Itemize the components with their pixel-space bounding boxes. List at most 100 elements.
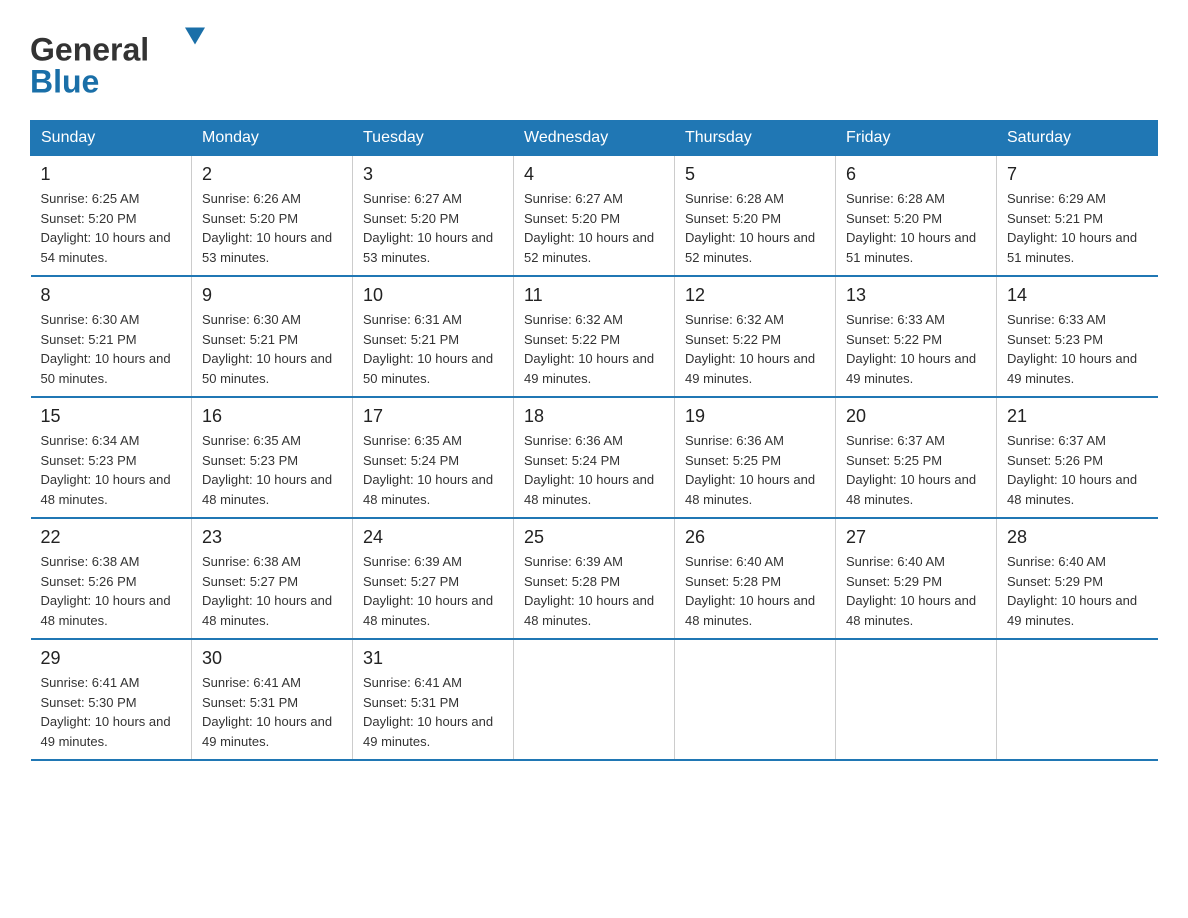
week-row-3: 15 Sunrise: 6:34 AMSunset: 5:23 PMDaylig… <box>31 397 1158 518</box>
day-number: 15 <box>41 406 182 427</box>
day-number: 24 <box>363 527 503 548</box>
day-cell: 27 Sunrise: 6:40 AMSunset: 5:29 PMDaylig… <box>836 518 997 639</box>
day-info: Sunrise: 6:37 AMSunset: 5:25 PMDaylight:… <box>846 431 986 509</box>
day-cell: 18 Sunrise: 6:36 AMSunset: 5:24 PMDaylig… <box>514 397 675 518</box>
week-row-5: 29 Sunrise: 6:41 AMSunset: 5:30 PMDaylig… <box>31 639 1158 760</box>
day-cell: 26 Sunrise: 6:40 AMSunset: 5:28 PMDaylig… <box>675 518 836 639</box>
day-info: Sunrise: 6:36 AMSunset: 5:24 PMDaylight:… <box>524 431 664 509</box>
day-number: 22 <box>41 527 182 548</box>
day-number: 8 <box>41 285 182 306</box>
logo-svg: General Blue <box>30 20 210 100</box>
day-info: Sunrise: 6:34 AMSunset: 5:23 PMDaylight:… <box>41 431 182 509</box>
day-number: 9 <box>202 285 342 306</box>
header-saturday: Saturday <box>997 121 1158 156</box>
svg-text:General: General <box>30 32 149 68</box>
day-number: 16 <box>202 406 342 427</box>
day-info: Sunrise: 6:38 AMSunset: 5:27 PMDaylight:… <box>202 552 342 630</box>
day-number: 12 <box>685 285 825 306</box>
week-row-4: 22 Sunrise: 6:38 AMSunset: 5:26 PMDaylig… <box>31 518 1158 639</box>
day-number: 18 <box>524 406 664 427</box>
day-cell: 1 Sunrise: 6:25 AMSunset: 5:20 PMDayligh… <box>31 156 192 277</box>
day-info: Sunrise: 6:40 AMSunset: 5:28 PMDaylight:… <box>685 552 825 630</box>
day-cell: 4 Sunrise: 6:27 AMSunset: 5:20 PMDayligh… <box>514 156 675 277</box>
day-info: Sunrise: 6:40 AMSunset: 5:29 PMDaylight:… <box>1007 552 1148 630</box>
day-info: Sunrise: 6:28 AMSunset: 5:20 PMDaylight:… <box>846 189 986 267</box>
day-cell: 2 Sunrise: 6:26 AMSunset: 5:20 PMDayligh… <box>192 156 353 277</box>
header-wednesday: Wednesday <box>514 121 675 156</box>
day-number: 31 <box>363 648 503 669</box>
day-number: 6 <box>846 164 986 185</box>
day-info: Sunrise: 6:30 AMSunset: 5:21 PMDaylight:… <box>202 310 342 388</box>
day-cell: 7 Sunrise: 6:29 AMSunset: 5:21 PMDayligh… <box>997 156 1158 277</box>
day-info: Sunrise: 6:41 AMSunset: 5:31 PMDaylight:… <box>363 673 503 751</box>
day-cell: 16 Sunrise: 6:35 AMSunset: 5:23 PMDaylig… <box>192 397 353 518</box>
logo: General Blue <box>30 20 210 100</box>
day-info: Sunrise: 6:27 AMSunset: 5:20 PMDaylight:… <box>524 189 664 267</box>
day-cell <box>675 639 836 760</box>
day-cell: 3 Sunrise: 6:27 AMSunset: 5:20 PMDayligh… <box>353 156 514 277</box>
day-info: Sunrise: 6:26 AMSunset: 5:20 PMDaylight:… <box>202 189 342 267</box>
page-header: General Blue <box>30 20 1158 100</box>
day-info: Sunrise: 6:25 AMSunset: 5:20 PMDaylight:… <box>41 189 182 267</box>
day-cell: 20 Sunrise: 6:37 AMSunset: 5:25 PMDaylig… <box>836 397 997 518</box>
day-number: 11 <box>524 285 664 306</box>
day-number: 20 <box>846 406 986 427</box>
day-cell <box>836 639 997 760</box>
day-cell: 6 Sunrise: 6:28 AMSunset: 5:20 PMDayligh… <box>836 156 997 277</box>
day-info: Sunrise: 6:35 AMSunset: 5:23 PMDaylight:… <box>202 431 342 509</box>
day-number: 17 <box>363 406 503 427</box>
day-cell: 22 Sunrise: 6:38 AMSunset: 5:26 PMDaylig… <box>31 518 192 639</box>
day-info: Sunrise: 6:35 AMSunset: 5:24 PMDaylight:… <box>363 431 503 509</box>
day-cell: 19 Sunrise: 6:36 AMSunset: 5:25 PMDaylig… <box>675 397 836 518</box>
day-cell: 25 Sunrise: 6:39 AMSunset: 5:28 PMDaylig… <box>514 518 675 639</box>
day-cell: 29 Sunrise: 6:41 AMSunset: 5:30 PMDaylig… <box>31 639 192 760</box>
day-cell: 31 Sunrise: 6:41 AMSunset: 5:31 PMDaylig… <box>353 639 514 760</box>
day-cell: 5 Sunrise: 6:28 AMSunset: 5:20 PMDayligh… <box>675 156 836 277</box>
day-number: 23 <box>202 527 342 548</box>
calendar-header-row: SundayMondayTuesdayWednesdayThursdayFrid… <box>31 121 1158 156</box>
day-cell: 12 Sunrise: 6:32 AMSunset: 5:22 PMDaylig… <box>675 276 836 397</box>
day-number: 1 <box>41 164 182 185</box>
day-info: Sunrise: 6:40 AMSunset: 5:29 PMDaylight:… <box>846 552 986 630</box>
day-info: Sunrise: 6:39 AMSunset: 5:28 PMDaylight:… <box>524 552 664 630</box>
day-cell: 14 Sunrise: 6:33 AMSunset: 5:23 PMDaylig… <box>997 276 1158 397</box>
day-info: Sunrise: 6:28 AMSunset: 5:20 PMDaylight:… <box>685 189 825 267</box>
day-info: Sunrise: 6:39 AMSunset: 5:27 PMDaylight:… <box>363 552 503 630</box>
day-cell: 28 Sunrise: 6:40 AMSunset: 5:29 PMDaylig… <box>997 518 1158 639</box>
day-info: Sunrise: 6:29 AMSunset: 5:21 PMDaylight:… <box>1007 189 1148 267</box>
day-cell: 11 Sunrise: 6:32 AMSunset: 5:22 PMDaylig… <box>514 276 675 397</box>
day-number: 19 <box>685 406 825 427</box>
day-cell: 10 Sunrise: 6:31 AMSunset: 5:21 PMDaylig… <box>353 276 514 397</box>
day-number: 3 <box>363 164 503 185</box>
day-number: 25 <box>524 527 664 548</box>
day-cell: 23 Sunrise: 6:38 AMSunset: 5:27 PMDaylig… <box>192 518 353 639</box>
day-info: Sunrise: 6:32 AMSunset: 5:22 PMDaylight:… <box>524 310 664 388</box>
day-number: 10 <box>363 285 503 306</box>
day-info: Sunrise: 6:37 AMSunset: 5:26 PMDaylight:… <box>1007 431 1148 509</box>
day-number: 14 <box>1007 285 1148 306</box>
calendar-table: SundayMondayTuesdayWednesdayThursdayFrid… <box>30 120 1158 761</box>
day-cell: 17 Sunrise: 6:35 AMSunset: 5:24 PMDaylig… <box>353 397 514 518</box>
header-sunday: Sunday <box>31 121 192 156</box>
day-number: 30 <box>202 648 342 669</box>
day-info: Sunrise: 6:33 AMSunset: 5:22 PMDaylight:… <box>846 310 986 388</box>
day-cell: 9 Sunrise: 6:30 AMSunset: 5:21 PMDayligh… <box>192 276 353 397</box>
day-number: 27 <box>846 527 986 548</box>
day-cell: 13 Sunrise: 6:33 AMSunset: 5:22 PMDaylig… <box>836 276 997 397</box>
day-cell: 30 Sunrise: 6:41 AMSunset: 5:31 PMDaylig… <box>192 639 353 760</box>
day-number: 4 <box>524 164 664 185</box>
day-cell: 24 Sunrise: 6:39 AMSunset: 5:27 PMDaylig… <box>353 518 514 639</box>
day-number: 28 <box>1007 527 1148 548</box>
day-number: 26 <box>685 527 825 548</box>
day-number: 13 <box>846 285 986 306</box>
day-number: 5 <box>685 164 825 185</box>
header-tuesday: Tuesday <box>353 121 514 156</box>
week-row-1: 1 Sunrise: 6:25 AMSunset: 5:20 PMDayligh… <box>31 156 1158 277</box>
day-cell <box>997 639 1158 760</box>
week-row-2: 8 Sunrise: 6:30 AMSunset: 5:21 PMDayligh… <box>31 276 1158 397</box>
day-number: 29 <box>41 648 182 669</box>
header-thursday: Thursday <box>675 121 836 156</box>
svg-text:Blue: Blue <box>30 64 99 100</box>
day-number: 21 <box>1007 406 1148 427</box>
day-info: Sunrise: 6:27 AMSunset: 5:20 PMDaylight:… <box>363 189 503 267</box>
